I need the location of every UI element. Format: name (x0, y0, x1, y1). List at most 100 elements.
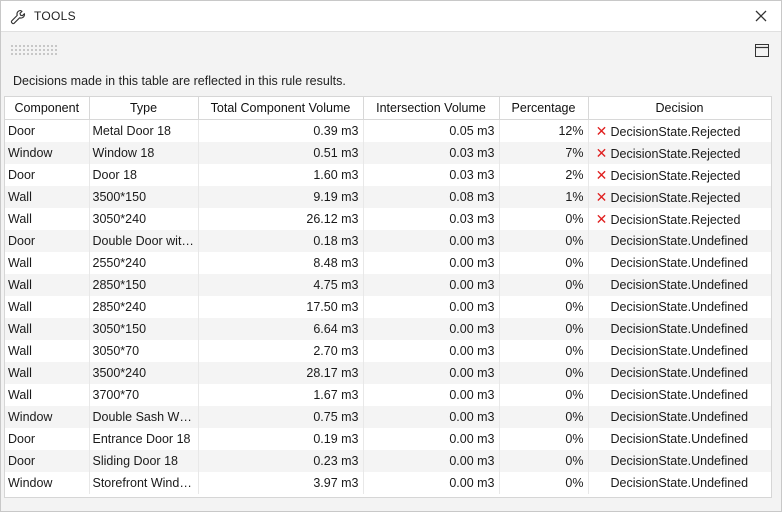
table-row[interactable]: Wall 3050*240 26.12 m3 0.03 m3 0% ✕ DecisionSt… (5, 208, 771, 230)
table-row[interactable]: Door Double Door wit… 0.18 m3 0.00 m3 0% Deci… (5, 230, 771, 252)
total-volume-cell: 0.18 m3 (198, 230, 364, 252)
total-volume-cell: 28.17 m3 (198, 362, 364, 384)
intersection-volume-cell: 0.08 m3 (363, 186, 500, 208)
drag-grip-icon[interactable] (10, 44, 58, 56)
table-body: Door Metal Door 18 0.39 m3 0.05 m3 12% ✕ Decis… (5, 119, 771, 494)
decision-cell[interactable]: DecisionState.Undefined (588, 406, 771, 428)
component-cell: Window (5, 142, 90, 164)
close-icon[interactable] (749, 4, 773, 28)
column-header-type[interactable]: Type (89, 97, 199, 120)
component-cell: Door (5, 428, 90, 450)
column-header-total-volume[interactable]: Total Component Volume (198, 97, 364, 120)
column-header-intersection-volume[interactable]: Intersection Volume (363, 97, 500, 120)
decision-cell[interactable]: DecisionState.Undefined (588, 472, 771, 494)
total-volume-cell: 0.39 m3 (198, 119, 364, 142)
decision-cell[interactable]: DecisionState.Undefined (588, 318, 771, 340)
decision-label: DecisionState.Rejected (610, 212, 741, 227)
type-cell: 3700*70 (89, 384, 199, 406)
decision-label: DecisionState.Rejected (610, 168, 741, 183)
component-cell: Door (5, 119, 90, 142)
table-row[interactable]: Window Double Sash Wi… 0.75 m3 0.00 m3 0% Dec… (5, 406, 771, 428)
decision-label: DecisionState.Undefined (610, 344, 749, 358)
decision-cell[interactable]: DecisionState.Undefined (588, 428, 771, 450)
type-cell: 3050*240 (89, 208, 199, 230)
type-cell: 3050*70 (89, 340, 199, 362)
panel-toggle-icon[interactable] (755, 44, 769, 57)
percentage-cell: 0% (499, 472, 589, 494)
type-cell: 3500*150 (89, 186, 199, 208)
type-cell: Double Door wit… (89, 230, 199, 252)
decision-label: DecisionState.Undefined (610, 256, 749, 270)
percentage-cell: 0% (499, 450, 589, 472)
total-volume-cell: 0.75 m3 (198, 406, 364, 428)
decision-cell[interactable]: DecisionState.Undefined (588, 274, 771, 296)
decision-cell[interactable]: DecisionState.Undefined (588, 252, 771, 274)
type-cell: 3050*150 (89, 318, 199, 340)
table-row[interactable]: Door Entrance Door 18 0.19 m3 0.00 m3 0% Deci… (5, 428, 771, 450)
toolbar (1, 32, 781, 68)
total-volume-cell: 6.64 m3 (198, 318, 364, 340)
decision-cell[interactable]: DecisionState.Undefined (588, 384, 771, 406)
type-cell: Sliding Door 18 (89, 450, 199, 472)
total-volume-cell: 8.48 m3 (198, 252, 364, 274)
decision-label: DecisionState.Undefined (610, 454, 749, 468)
component-cell: Wall (5, 296, 90, 318)
table-row[interactable]: Wall 2550*240 8.48 m3 0.00 m3 0% DecisionStat… (5, 252, 771, 274)
rejected-x-icon: ✕ (595, 122, 608, 139)
table-row[interactable]: Wall 3500*240 28.17 m3 0.00 m3 0% DecisionSta… (5, 362, 771, 384)
total-volume-cell: 9.19 m3 (198, 186, 364, 208)
decision-label: DecisionState.Undefined (610, 366, 749, 380)
type-cell: Door 18 (89, 164, 199, 186)
decision-cell[interactable]: ✕ DecisionState.Rejected (588, 119, 771, 142)
table-row[interactable]: Wall 3050*70 2.70 m3 0.00 m3 0% DecisionState… (5, 340, 771, 362)
percentage-cell: 0% (499, 296, 589, 318)
intersection-volume-cell: 0.00 m3 (363, 450, 500, 472)
percentage-cell: 0% (499, 318, 589, 340)
rejected-x-icon: ✕ (595, 210, 608, 227)
intersection-volume-cell: 0.00 m3 (363, 406, 500, 428)
decision-cell[interactable]: DecisionState.Undefined (588, 362, 771, 384)
decision-cell[interactable]: DecisionState.Undefined (588, 450, 771, 472)
table-row[interactable]: Window Window 18 0.51 m3 0.03 m3 7% ✕ Decision… (5, 142, 771, 164)
table-row[interactable]: Door Sliding Door 18 0.23 m3 0.00 m3 0% Decis… (5, 450, 771, 472)
table-row[interactable]: Wall 3500*150 9.19 m3 0.08 m3 1% ✕ DecisionSta… (5, 186, 771, 208)
percentage-cell: 2% (499, 164, 589, 186)
percentage-cell: 7% (499, 142, 589, 164)
type-cell: Double Sash Wi… (89, 406, 199, 428)
type-cell: 3500*240 (89, 362, 199, 384)
component-cell: Wall (5, 252, 90, 274)
column-header-component[interactable]: Component (5, 97, 90, 120)
table-row[interactable]: Wall 2850*150 4.75 m3 0.00 m3 0% DecisionStat… (5, 274, 771, 296)
decision-cell[interactable]: ✕ DecisionState.Rejected (588, 164, 771, 186)
table-row[interactable]: Wall 3700*70 1.67 m3 0.00 m3 0% DecisionState… (5, 384, 771, 406)
table-row[interactable]: Wall 2850*240 17.50 m3 0.00 m3 0% DecisionSta… (5, 296, 771, 318)
column-header-percentage[interactable]: Percentage (499, 97, 589, 120)
component-cell: Wall (5, 318, 90, 340)
intersection-volume-cell: 0.00 m3 (363, 340, 500, 362)
decision-cell[interactable]: ✕ DecisionState.Rejected (588, 142, 771, 164)
decision-cell[interactable]: DecisionState.Undefined (588, 296, 771, 318)
intersection-volume-cell: 0.00 m3 (363, 252, 500, 274)
decision-label: DecisionState.Undefined (610, 476, 749, 490)
percentage-cell: 0% (499, 274, 589, 296)
decision-label: DecisionState.Undefined (610, 234, 749, 248)
table-row[interactable]: Door Metal Door 18 0.39 m3 0.05 m3 12% ✕ Decis… (5, 119, 771, 142)
total-volume-cell: 1.60 m3 (198, 164, 364, 186)
decision-cell[interactable]: DecisionState.Undefined (588, 340, 771, 362)
decision-cell[interactable]: DecisionState.Undefined (588, 230, 771, 252)
table-row[interactable]: Wall 3050*150 6.64 m3 0.00 m3 0% DecisionStat… (5, 318, 771, 340)
decision-cell[interactable]: ✕ DecisionState.Rejected (588, 186, 771, 208)
decision-cell[interactable]: ✕ DecisionState.Rejected (588, 208, 771, 230)
table-row[interactable]: Door Door 18 1.60 m3 0.03 m3 2% ✕ DecisionStat… (5, 164, 771, 186)
total-volume-cell: 2.70 m3 (198, 340, 364, 362)
total-volume-cell: 4.75 m3 (198, 274, 364, 296)
component-cell: Wall (5, 384, 90, 406)
column-header-decision[interactable]: Decision (588, 97, 771, 120)
table-header-row: Component Type Total Component Volume In… (5, 97, 771, 120)
percentage-cell: 0% (499, 362, 589, 384)
type-cell: Storefront Wind… (89, 472, 199, 494)
table-row[interactable]: Window Storefront Wind… 3.97 m3 0.00 m3 0% De… (5, 472, 771, 494)
percentage-cell: 0% (499, 230, 589, 252)
percentage-cell: 0% (499, 340, 589, 362)
total-volume-cell: 3.97 m3 (198, 472, 364, 494)
